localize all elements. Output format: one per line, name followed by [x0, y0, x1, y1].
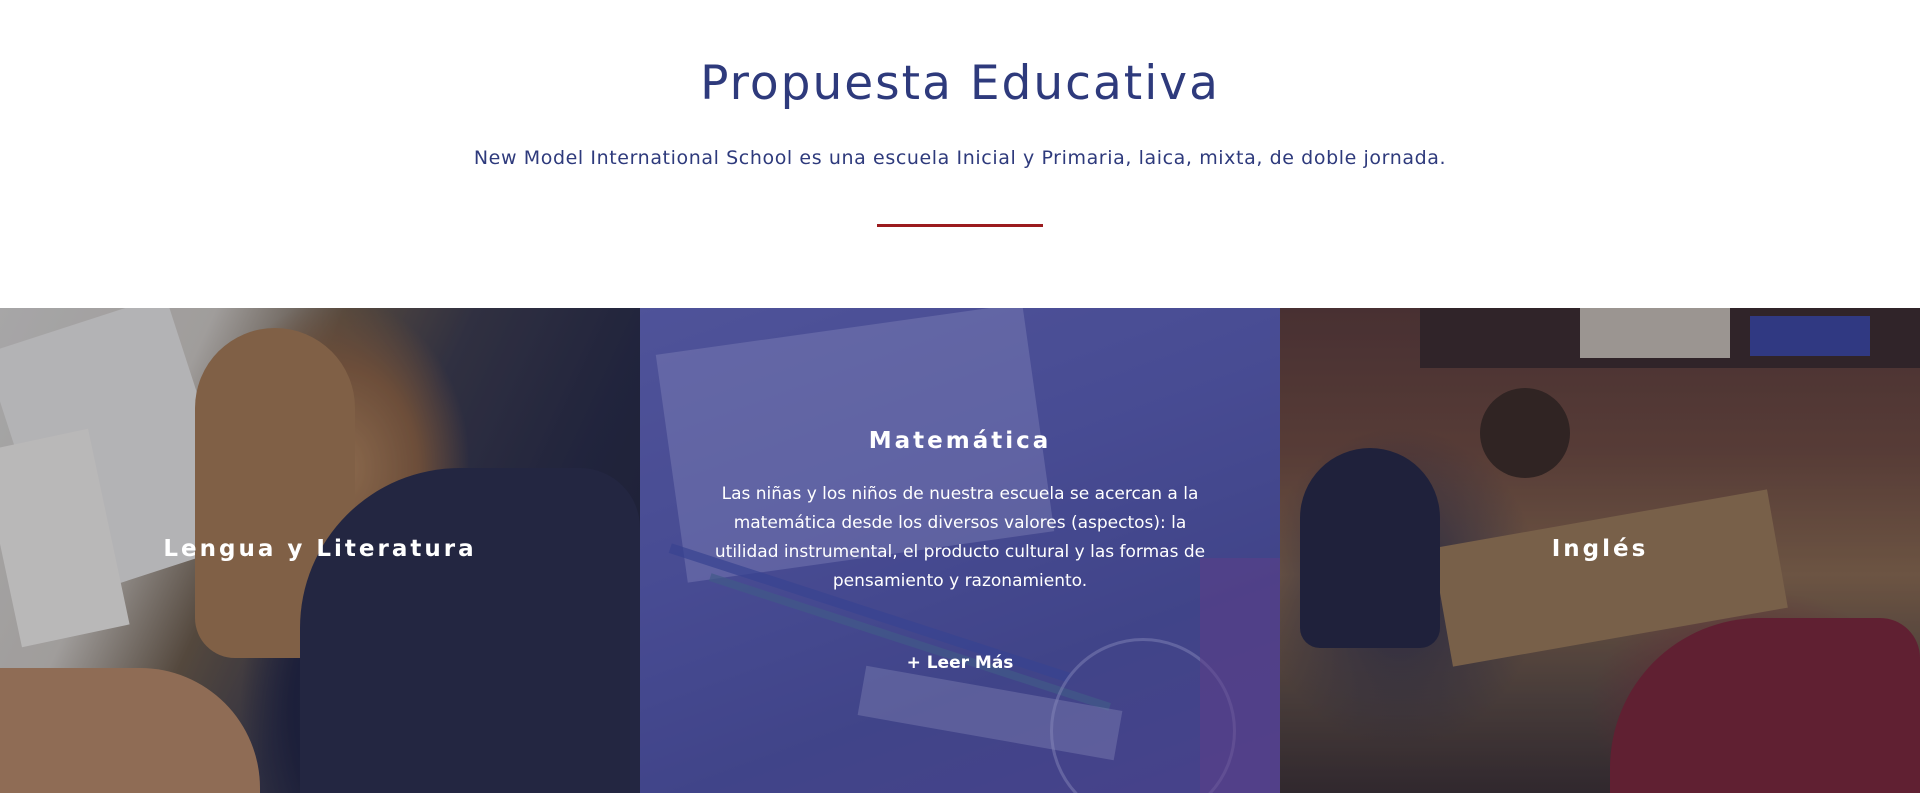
section-header: Propuesta Educativa New Model Internatio…: [0, 0, 1920, 308]
card-ingles-title[interactable]: Inglés: [1280, 534, 1920, 564]
card-matematica-text: Las niñas y los niños de nuestra escuela…: [714, 484, 1206, 591]
section-subtitle: New Model International School es una es…: [473, 147, 1447, 169]
title-divider: [877, 224, 1043, 227]
read-more-link[interactable]: + Leer Más: [640, 652, 1280, 674]
card-lengua-title[interactable]: Lengua y Literatura: [0, 534, 640, 564]
subject-cards: Lengua y Literatura Matemática Las niñas…: [0, 308, 1920, 793]
section-title: Propuesta Educativa: [700, 56, 1220, 111]
card-matematica[interactable]: Matemática Las niñas y los niños de nues…: [640, 308, 1280, 793]
card-ingles[interactable]: Inglés: [1280, 308, 1920, 793]
card-matematica-title[interactable]: Matemática: [640, 426, 1280, 456]
card-lengua-literatura[interactable]: Lengua y Literatura: [0, 308, 640, 793]
